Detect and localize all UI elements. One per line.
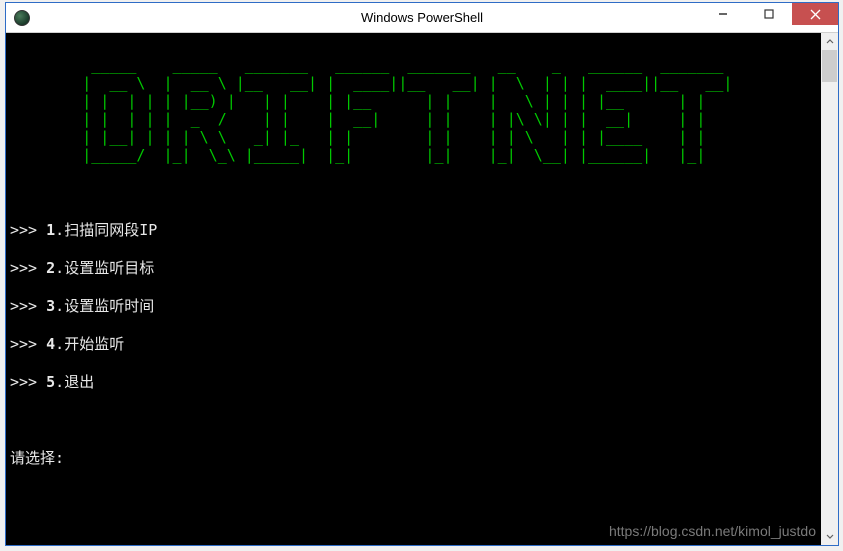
app-icon — [14, 10, 30, 26]
window-controls — [700, 3, 838, 32]
ascii-banner: _____ _____ _______ ______ _______ __ _ … — [10, 56, 821, 164]
minimize-button[interactable] — [700, 3, 746, 25]
scroll-down-button[interactable] — [821, 528, 838, 545]
scroll-thumb[interactable] — [822, 50, 837, 82]
close-button[interactable] — [792, 3, 838, 25]
maximize-button[interactable] — [746, 3, 792, 25]
prompt-line: 请选择: — [10, 449, 821, 468]
terminal-area: _____ _____ _______ ______ _______ __ _ … — [6, 33, 838, 545]
minimize-icon — [718, 9, 728, 19]
menu-item-3: >>> 3.设置监听时间 — [10, 297, 821, 316]
menu-item-2: >>> 2.设置监听目标 — [10, 259, 821, 278]
chevron-up-icon — [826, 39, 834, 44]
chevron-down-icon — [826, 534, 834, 539]
maximize-icon — [764, 9, 774, 19]
terminal-output[interactable]: _____ _____ _______ ______ _______ __ _ … — [6, 33, 821, 545]
close-icon — [810, 9, 821, 20]
menu-item-5: >>> 5.退出 — [10, 373, 821, 392]
scroll-track[interactable] — [821, 50, 838, 528]
menu-item-1: >>> 1.扫描同网段IP — [10, 221, 821, 240]
menu-item-4: >>> 4.开始监听 — [10, 335, 821, 354]
vertical-scrollbar[interactable] — [821, 33, 838, 545]
scroll-up-button[interactable] — [821, 33, 838, 50]
powershell-window: Windows PowerShell _____ _____ _______ _… — [5, 2, 839, 546]
titlebar[interactable]: Windows PowerShell — [6, 3, 838, 33]
